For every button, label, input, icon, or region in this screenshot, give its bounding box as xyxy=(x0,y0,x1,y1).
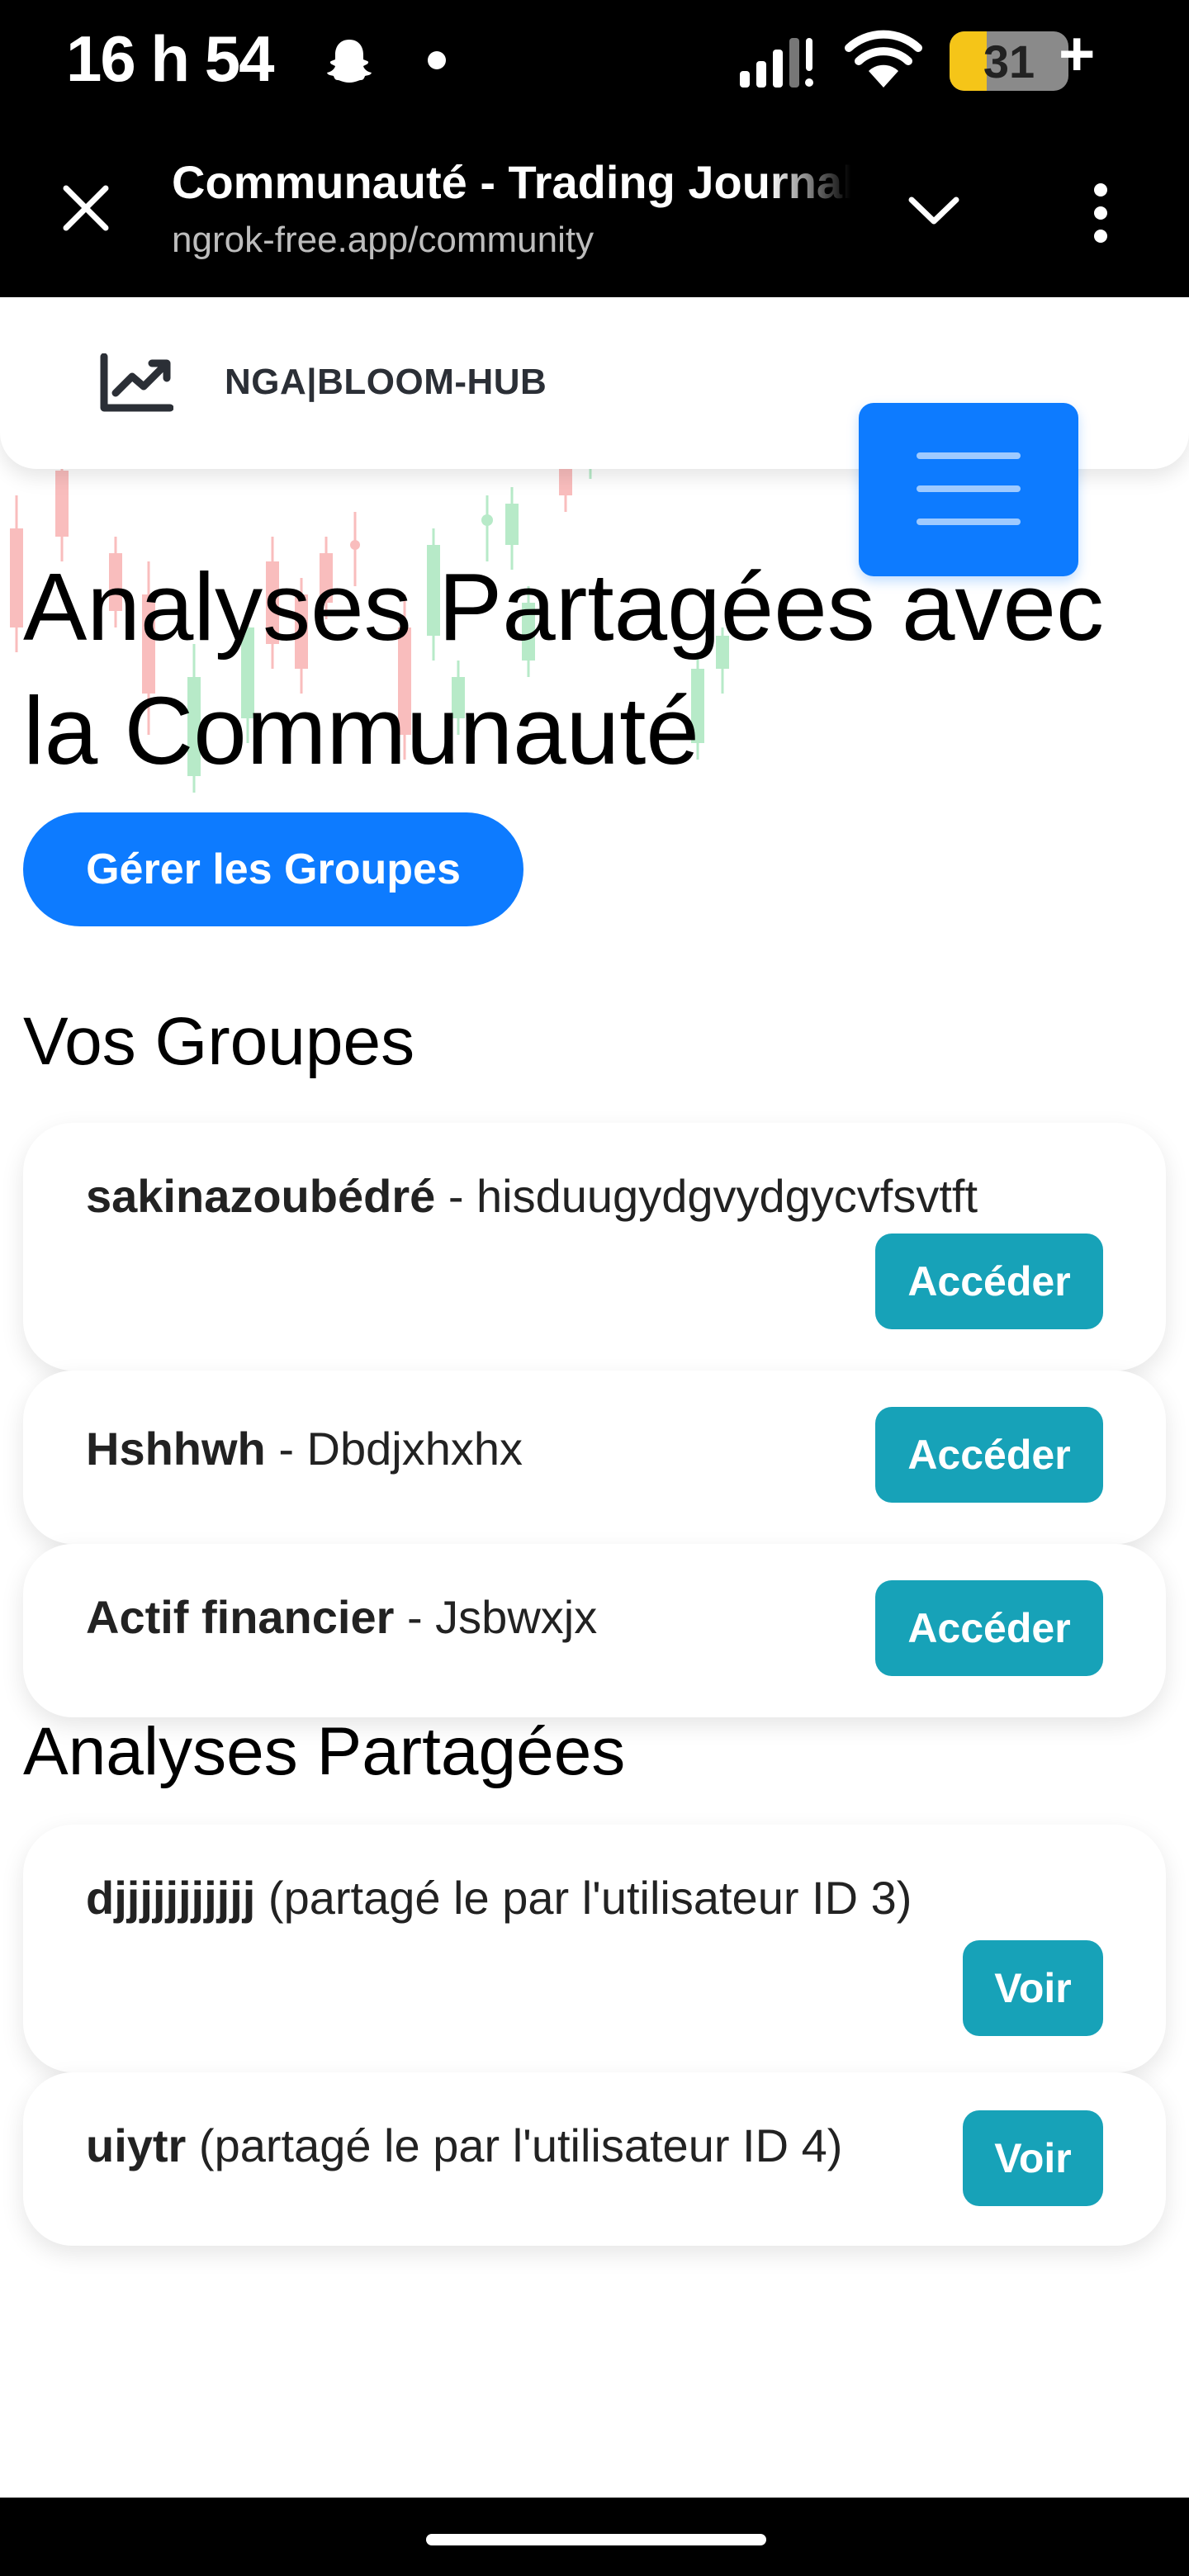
browser-page-title[interactable]: Communauté - Trading Journal xyxy=(172,155,850,209)
analysis-info: uiytr (partagé le par l'utilisateur ID 4… xyxy=(86,2119,842,2172)
analysis-card: uiytr (partagé le par l'utilisateur ID 4… xyxy=(23,2072,1166,2246)
group-description: Jsbwxjx xyxy=(435,1591,598,1643)
chevron-down-icon[interactable] xyxy=(905,190,963,231)
analysis-card: djjjjjjjjjjj (partagé le par l'utilisate… xyxy=(23,1825,1166,2072)
group-separator: - xyxy=(394,1591,436,1643)
snapchat-ghost-icon xyxy=(327,40,372,83)
group-separator: - xyxy=(265,1423,307,1475)
wifi-icon xyxy=(845,30,922,88)
close-icon[interactable] xyxy=(58,180,114,236)
group-name: sakinazoubédré xyxy=(86,1170,436,1222)
analysis-name: uiytr xyxy=(86,2119,187,2171)
group-card: sakinazoubédré - hisduugydgvydgycvfsvtft… xyxy=(23,1123,1166,1371)
analysis-info: djjjjjjjjjjj (partagé le par l'utilisate… xyxy=(86,1871,912,1925)
system-navigation-bar xyxy=(0,2498,1189,2576)
hamburger-menu-icon[interactable] xyxy=(859,403,1078,576)
group-description: Dbdjxhxhx xyxy=(306,1423,523,1475)
home-indicator[interactable] xyxy=(426,2534,766,2545)
more-vertical-icon[interactable] xyxy=(1088,182,1113,244)
signal-icon xyxy=(740,38,813,88)
analysis-name: djjjjjjjjjjj xyxy=(86,1872,256,1924)
charging-plus-icon: + xyxy=(1059,19,1096,89)
group-info: Actif financier - Jsbwxjx xyxy=(86,1590,597,1644)
analyses-section-title: Analyses Partagées xyxy=(23,1714,626,1789)
page-title: Analyses Partagées avec la Communauté xyxy=(23,553,1104,784)
clock: 16 h 54 xyxy=(66,22,275,95)
group-name: Hshhwh xyxy=(86,1423,266,1475)
view-analysis-button[interactable]: Voir xyxy=(963,2110,1103,2206)
analysis-detail: (partagé le par l'utilisateur ID 4) xyxy=(186,2119,843,2171)
access-group-button[interactable]: Accéder xyxy=(875,1407,1103,1503)
group-card: Hshhwh - Dbdjxhxhx Accéder xyxy=(23,1371,1166,1544)
chart-line-icon[interactable] xyxy=(99,353,173,413)
brand-name[interactable]: NGA|BLOOM-HUB xyxy=(225,362,547,403)
notification-dot-icon xyxy=(428,51,446,69)
groups-section-title: Vos Groupes xyxy=(23,1004,415,1079)
browser-url[interactable]: ngrok-free.app/community xyxy=(172,220,594,261)
group-info: sakinazoubédré - hisduugydgvydgycvfsvtft xyxy=(86,1169,978,1223)
group-description: hisduugydgvydgycvfsvtft xyxy=(476,1170,978,1222)
page-content: NGA|BLOOM-HUB Analyses Partagées avec la… xyxy=(0,297,1189,2498)
analysis-detail: (partagé le par l'utilisateur ID 3) xyxy=(255,1872,912,1924)
group-info: Hshhwh - Dbdjxhxhx xyxy=(86,1422,523,1475)
view-analysis-button[interactable]: Voir xyxy=(963,1940,1103,2036)
manage-groups-button[interactable]: Gérer les Groupes xyxy=(23,812,523,926)
browser-toolbar: Communauté - Trading Journal ngrok-free.… xyxy=(0,124,1189,297)
access-group-button[interactable]: Accéder xyxy=(875,1234,1103,1329)
group-separator: - xyxy=(435,1170,477,1222)
status-bar: 16 h 54 31 + xyxy=(0,0,1189,124)
group-card: Actif financier - Jsbwxjx Accéder xyxy=(23,1544,1166,1717)
group-name: Actif financier xyxy=(86,1591,395,1643)
battery-percentage: 31 xyxy=(983,35,1035,88)
battery-icon: 31 xyxy=(950,31,1068,91)
access-group-button[interactable]: Accéder xyxy=(875,1580,1103,1676)
